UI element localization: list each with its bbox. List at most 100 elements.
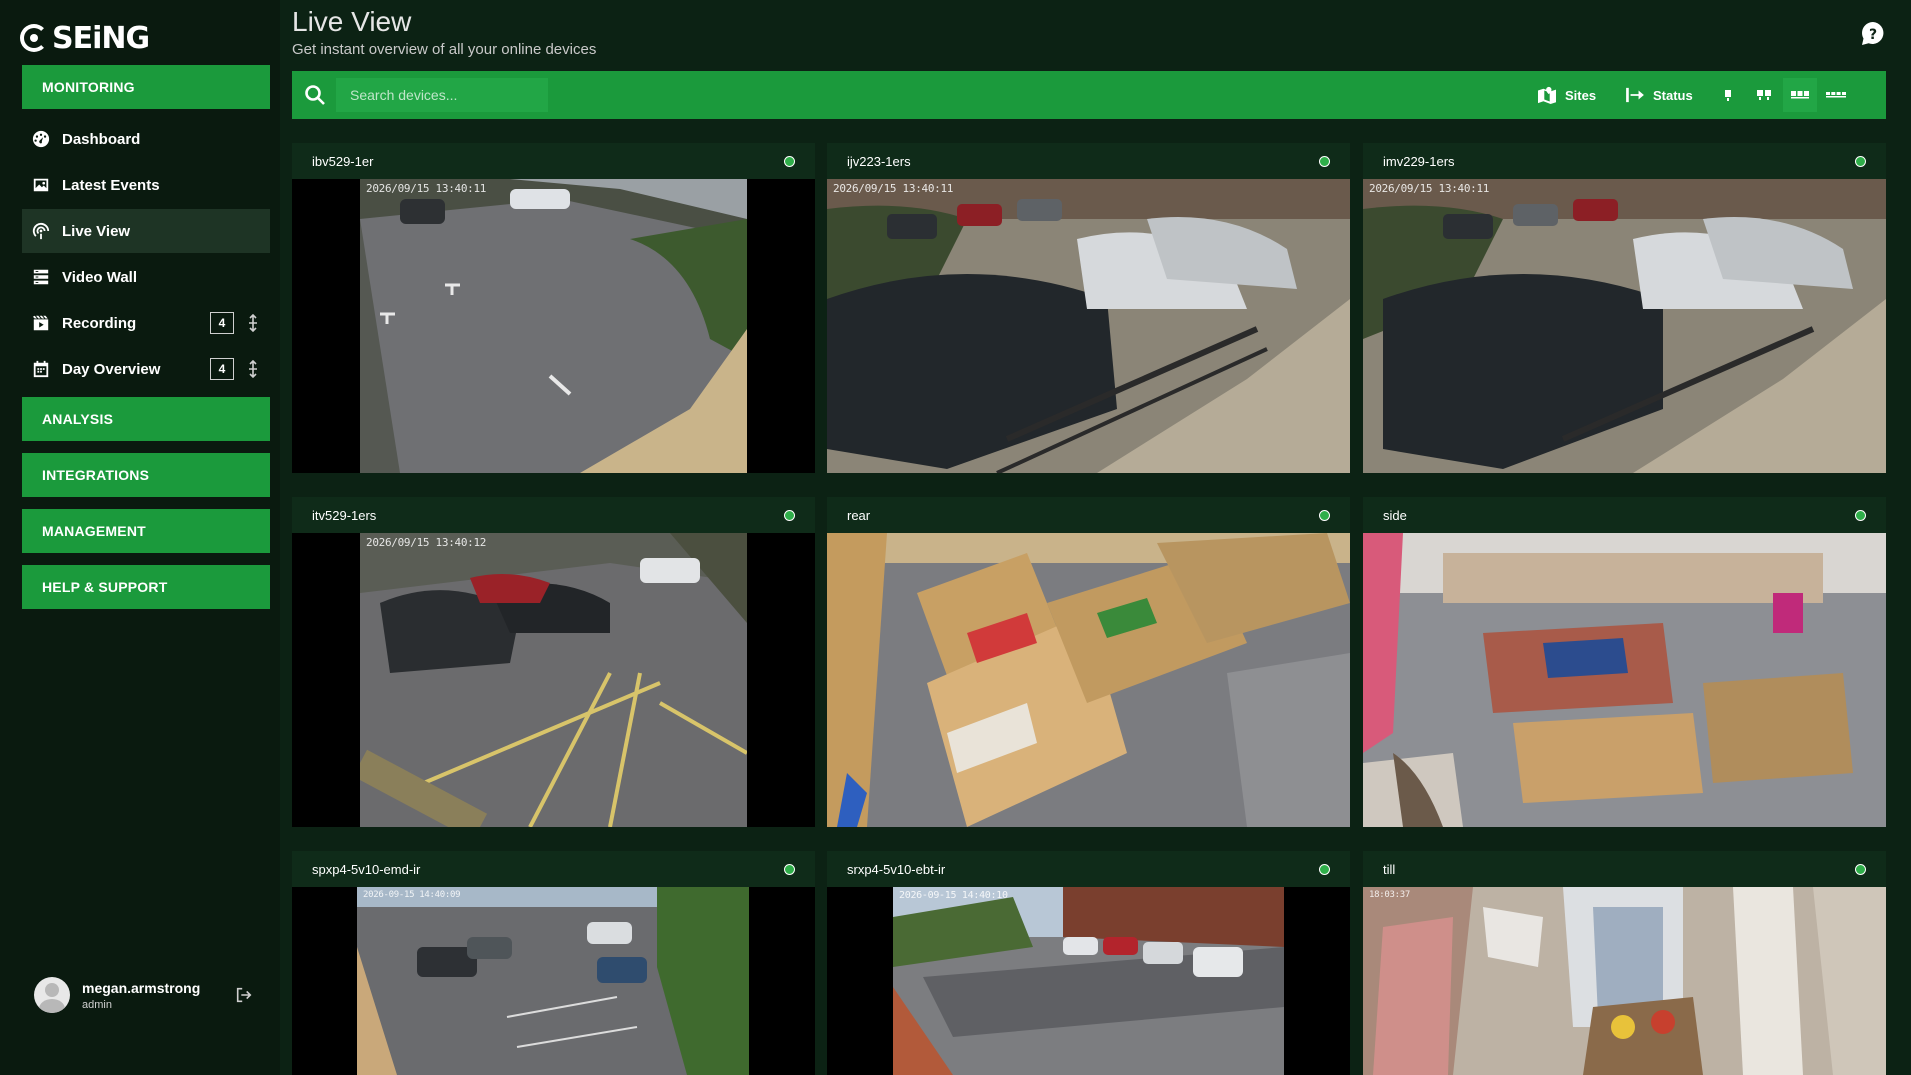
day-overview-count-badge: 4: [210, 358, 234, 380]
sidebar-item-label: Recording: [62, 314, 137, 332]
section-help-support[interactable]: HELP & SUPPORT: [22, 565, 270, 609]
sidebar-item-label: Latest Events: [62, 176, 160, 194]
sidebar: SEiNG MONITORING Dashboard Latest Events…: [0, 0, 280, 1075]
camera-tile[interactable]: side: [1363, 497, 1886, 827]
camera-feed[interactable]: 18:03:37: [1363, 887, 1886, 1075]
camera-header: spxp4-5v10-emd-ir: [292, 851, 815, 887]
camera-name: till: [1383, 861, 1396, 877]
online-status-indicator: [1319, 156, 1330, 167]
logo-text: SEiNG: [52, 20, 150, 56]
section-monitoring[interactable]: MONITORING: [22, 65, 270, 109]
sidebar-item-video-wall[interactable]: Video Wall: [22, 255, 270, 299]
dashboard-icon: [32, 130, 50, 148]
shop-interior-feed-image: [1363, 533, 1886, 827]
camera-tile[interactable]: srxp4-5v10-ebt-ir 2026-09-15 14:40:10: [827, 851, 1350, 1075]
camera-feed[interactable]: 2026-09-15 14:40:10: [893, 887, 1284, 1075]
sidebar-item-latest-events[interactable]: Latest Events: [22, 163, 270, 207]
camera-timestamp: 2026/09/15 13:40:11: [833, 182, 954, 195]
layout-2-icon: [1757, 90, 1771, 100]
camera-tile[interactable]: ijv223-1ers 2026/09/15 13:40:11: [827, 143, 1350, 473]
camera-feed[interactable]: 2026/09/15 13:40:11: [827, 179, 1350, 473]
camera-header: rear: [827, 497, 1350, 533]
camera-tile[interactable]: spxp4-5v10-emd-ir 2026-09-15 14:40:09: [292, 851, 815, 1075]
camera-feed[interactable]: 2026/09/15 13:40:11: [360, 179, 747, 473]
recording-icon: [32, 314, 50, 332]
layout-1-column-button[interactable]: [1711, 78, 1745, 112]
camera-tile[interactable]: rear: [827, 497, 1350, 827]
online-status-indicator: [1319, 864, 1330, 875]
section-integrations[interactable]: INTEGRATIONS: [22, 453, 270, 497]
camera-timestamp: 2026-09-15 14:40:09: [363, 890, 461, 900]
layout-3-icon: [1791, 91, 1809, 99]
logo-icon: [20, 24, 48, 52]
layout-4-icon: [1826, 92, 1846, 98]
camera-header: ijv223-1ers: [827, 143, 1350, 179]
user-profile: megan.armstrong admin: [34, 975, 274, 1015]
sidebar-item-label: Dashboard: [62, 130, 141, 148]
sidebar-item-live-view[interactable]: Live View: [22, 209, 270, 253]
logo[interactable]: SEiNG: [20, 18, 150, 58]
sidebar-item-recording[interactable]: Recording 4: [22, 301, 270, 345]
camera-name: spxp4-5v10-emd-ir: [312, 861, 421, 877]
logout-icon[interactable]: [234, 985, 254, 1005]
sidebar-item-dashboard[interactable]: Dashboard: [22, 117, 270, 161]
status-arrow-icon: [1626, 87, 1644, 103]
layout-3-column-button[interactable]: [1783, 78, 1817, 112]
camera-header: till: [1363, 851, 1886, 887]
camera-name: ibv529-1er: [312, 153, 374, 169]
camera-name: itv529-1ers: [312, 507, 377, 523]
camera-timestamp: 2026/09/15 13:40:11: [1369, 182, 1490, 195]
online-status-indicator: [1855, 156, 1866, 167]
avatar[interactable]: [34, 977, 70, 1013]
camera-tile[interactable]: ibv529-1er 2026/09/15 13:40:11: [292, 143, 815, 473]
section-analysis[interactable]: ANALYSIS: [22, 397, 270, 441]
camera-timestamp: 2026/09/15 13:40:11: [366, 182, 487, 195]
online-status-indicator: [784, 156, 795, 167]
online-status-indicator: [1319, 510, 1330, 521]
online-status-indicator: [1855, 510, 1866, 521]
camera-feed[interactable]: [1363, 533, 1886, 827]
recording-count-badge: 4: [210, 312, 234, 334]
camera-header: ibv529-1er: [292, 143, 815, 179]
video-wall-icon: [32, 268, 50, 286]
camera-tile[interactable]: imv229-1ers 2026/09/15 13:40:11: [1363, 143, 1886, 473]
search-icon[interactable]: [304, 84, 326, 106]
sidebar-item-label: Video Wall: [62, 268, 138, 286]
shop-floor-feed-image: [827, 533, 1350, 827]
map-icon: [1538, 86, 1556, 104]
camera-header: side: [1363, 497, 1886, 533]
parking-lot-feed-image: [360, 179, 747, 473]
sidebar-item-day-overview[interactable]: Day Overview 4: [22, 347, 270, 391]
camera-name: srxp4-5v10-ebt-ir: [847, 861, 946, 877]
online-status-indicator: [784, 510, 795, 521]
camera-header: imv229-1ers: [1363, 143, 1886, 179]
toolbar: Sites Status: [292, 71, 1886, 119]
camera-feed[interactable]: 2026/09/15 13:40:12: [360, 533, 747, 827]
camera-feed[interactable]: 2026-09-15 14:40:09: [357, 887, 749, 1075]
expand-arrow-icon[interactable]: [244, 358, 262, 380]
sites-button[interactable]: Sites: [1537, 83, 1596, 107]
app-root: SEiNG MONITORING Dashboard Latest Events…: [0, 0, 1911, 1075]
car-park-feed-image: [1363, 179, 1886, 473]
page-subtitle: Get instant overview of all your online …: [292, 41, 597, 58]
layout-4-column-button[interactable]: [1819, 78, 1853, 112]
camera-feed[interactable]: 2026/09/15 13:40:11: [1363, 179, 1886, 473]
layout-2-column-button[interactable]: [1747, 78, 1781, 112]
user-role: admin: [82, 998, 112, 1011]
camera-timestamp: 2026-09-15 14:40:10: [899, 890, 1008, 901]
camera-header: itv529-1ers: [292, 497, 815, 533]
camera-tile[interactable]: itv529-1ers 2026/09/15 13:40:12: [292, 497, 815, 827]
svg-text:?: ?: [1869, 27, 1877, 43]
parking-area-feed-image: [357, 887, 749, 1075]
camera-tile[interactable]: till 18:03:37: [1363, 851, 1886, 1075]
status-button[interactable]: Status: [1625, 83, 1693, 107]
street-car-park-feed-image: [893, 887, 1284, 1075]
car-park-feed-image: [827, 179, 1350, 473]
camera-timestamp: 2026/09/15 13:40:12: [366, 536, 487, 549]
section-management[interactable]: MANAGEMENT: [22, 509, 270, 553]
camera-feed[interactable]: [827, 533, 1350, 827]
sites-label: Sites: [1565, 87, 1597, 103]
search-input[interactable]: [336, 78, 548, 112]
expand-arrow-icon[interactable]: [244, 312, 262, 334]
help-chat-icon[interactable]: ?: [1859, 20, 1887, 48]
